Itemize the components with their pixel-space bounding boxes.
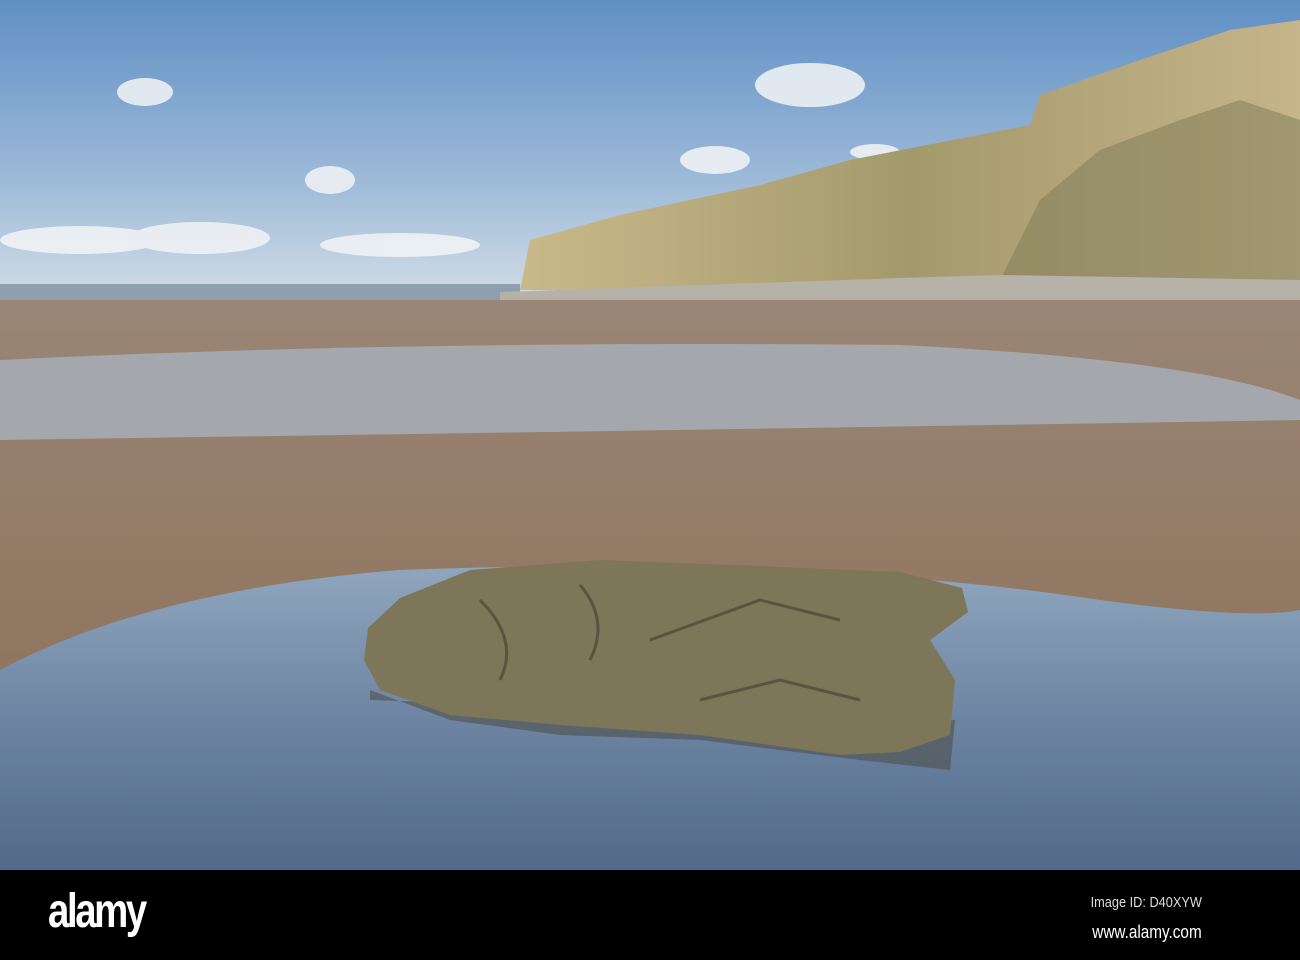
photo-page: alamy Image ID: D40XYW www.alamy.com — [0, 0, 1300, 960]
site-url: www.alamy.com — [1092, 922, 1202, 942]
beach-photo — [0, 0, 1300, 870]
image-id: Image ID: D40XYW — [1090, 894, 1202, 911]
alamy-logo: alamy — [48, 885, 147, 938]
watermark-footer: alamy Image ID: D40XYW www.alamy.com — [0, 870, 1300, 960]
